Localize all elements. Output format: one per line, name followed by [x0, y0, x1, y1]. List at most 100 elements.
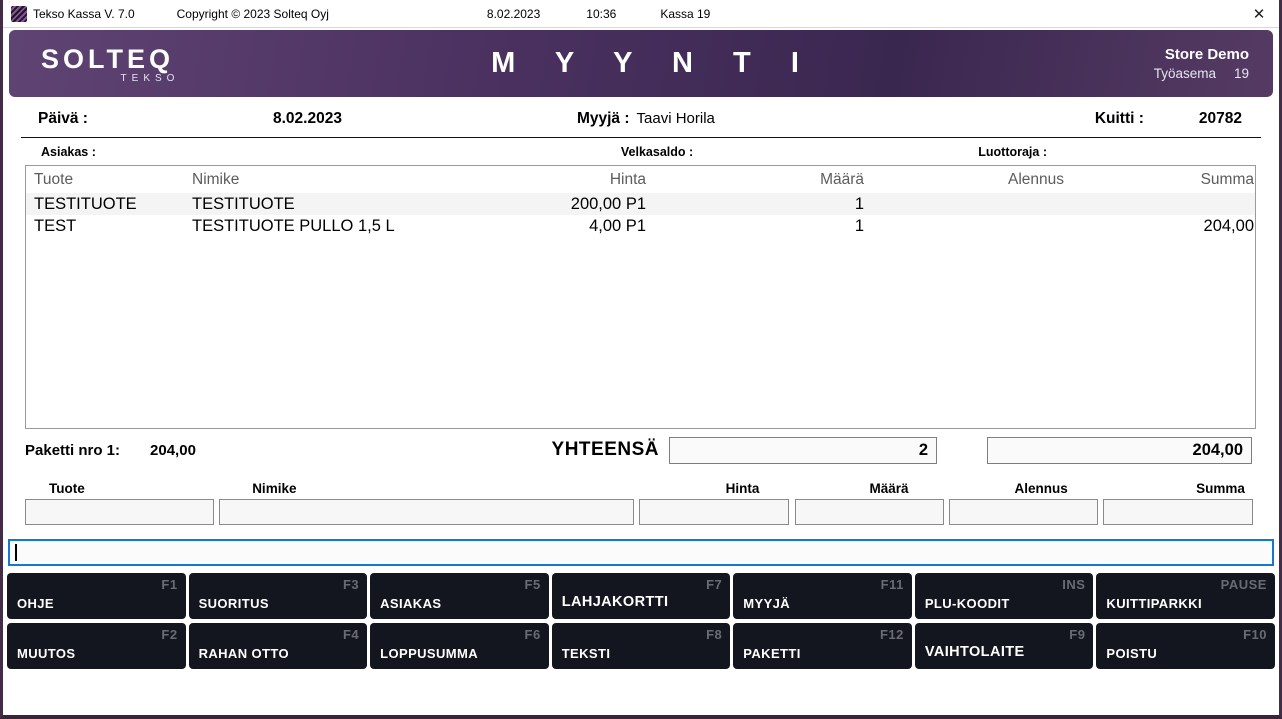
workstation-info: Työasema 19 — [1069, 66, 1249, 81]
button-label: LAHJAKORTTI — [562, 594, 669, 610]
cell-product: TESTITUOTE — [30, 193, 188, 215]
loppusumma-button[interactable]: LOPPUSUMMA F6 — [370, 623, 549, 669]
cell-qty: 1 — [648, 215, 866, 237]
button-key: F4 — [343, 627, 359, 642]
cell-name: TESTITUOTE PULLO 1,5 L — [188, 215, 463, 237]
command-input[interactable] — [8, 539, 1274, 566]
close-icon[interactable]: ✕ — [1239, 0, 1279, 28]
titlebar-time: 10:36 — [586, 7, 616, 21]
credit-limit-label: Luottoraja : — [693, 145, 1047, 159]
button-label: MYYJÄ — [743, 596, 790, 611]
button-key: F11 — [881, 577, 904, 592]
col-header-sum: Summa — [1066, 169, 1256, 191]
sum-input[interactable] — [1103, 499, 1253, 525]
suoritus-button[interactable]: SUORITUS F3 — [189, 573, 368, 619]
paketti-button[interactable]: PAKETTI F12 — [733, 623, 912, 669]
entry-label-product: Tuote — [25, 481, 214, 496]
titlebar-register: Kassa 19 — [660, 7, 710, 21]
packet-label: Paketti nro 1: — [25, 442, 120, 459]
poistu-button[interactable]: POISTU F10 — [1096, 623, 1275, 669]
button-key: F12 — [880, 627, 904, 642]
cell-product: TEST — [30, 215, 188, 237]
page-title: M Y Y N T I — [221, 47, 1069, 80]
discount-input[interactable] — [949, 499, 1098, 525]
table-row[interactable]: TEST TESTITUOTE PULLO 1,5 L 4,00 P1 1 20… — [26, 215, 1255, 237]
plu-koodit-button[interactable]: PLU-KOODIT INS — [915, 573, 1094, 619]
button-label: SUORITUS — [199, 596, 269, 611]
logo-text: SOLTEQ — [41, 44, 221, 75]
seller-value: Taavi Horila — [637, 110, 715, 127]
cell-price: 4,00 P1 — [463, 215, 648, 237]
name-input[interactable] — [219, 499, 634, 525]
col-header-qty: Määrä — [648, 169, 866, 191]
button-key: PAUSE — [1221, 577, 1267, 592]
vaihtolaite-button[interactable]: VAIHTOLAITE F9 — [915, 623, 1094, 669]
qty-input[interactable] — [795, 499, 944, 525]
titlebar-date: 8.02.2023 — [487, 7, 540, 21]
divider-line — [21, 137, 1261, 138]
text-cursor — [15, 544, 17, 561]
cell-sum — [1066, 193, 1256, 215]
button-label: PAKETTI — [743, 646, 800, 661]
kuittiparkki-button[interactable]: KUITTIPARKKI PAUSE — [1096, 573, 1275, 619]
entry-label-name: Nimike — [219, 481, 634, 496]
button-key: F10 — [1243, 627, 1267, 642]
ohje-button[interactable]: OHJE F1 — [7, 573, 186, 619]
lahjakortti-button[interactable]: LAHJAKORTTI F7 — [552, 573, 731, 619]
button-label: PLU-KOODIT — [925, 596, 1010, 611]
button-label: VAIHTOLAITE — [925, 644, 1025, 660]
button-key: F9 — [1069, 627, 1085, 642]
customer-label: Asiakas : — [41, 145, 96, 159]
receipt-label: Kuitti : — [1095, 110, 1144, 128]
button-label: ASIAKAS — [380, 596, 441, 611]
store-info: Store Demo Työasema 19 — [1069, 46, 1249, 81]
button-label: OHJE — [17, 596, 54, 611]
cell-discount — [866, 193, 1066, 215]
command-input-wrap — [8, 539, 1274, 566]
col-header-name: Nimike — [188, 169, 463, 191]
footer-strip — [3, 669, 1279, 715]
workstation-number: 19 — [1234, 66, 1249, 81]
solteq-logo: SOLTEQ TEKSO — [41, 44, 221, 84]
button-key: F5 — [525, 577, 541, 592]
button-label: POISTU — [1106, 646, 1157, 661]
debt-balance-label: Velkasaldo : — [621, 145, 693, 159]
workstation-label: Työasema — [1154, 66, 1216, 81]
store-name: Store Demo — [1069, 46, 1249, 63]
cell-price: 200,00 P1 — [463, 193, 648, 215]
function-buttons: OHJE F1 SUORITUS F3 ASIAKAS F5 LAHJAKORT… — [7, 573, 1275, 669]
col-header-price: Hinta — [463, 169, 648, 191]
button-key: F6 — [525, 627, 541, 642]
receipt-table: Tuote Nimike Hinta Määrä Alennus Summa T… — [25, 165, 1256, 429]
teksti-button[interactable]: TEKSTI F8 — [552, 623, 731, 669]
entry-label-discount: Alennus — [949, 481, 1098, 496]
total-sum-box: 204,00 — [987, 437, 1252, 464]
button-key: F7 — [706, 577, 722, 592]
totals-row: Paketti nro 1: 204,00 YHTEENSÄ 2 204,00 — [3, 436, 1279, 464]
button-label: KUITTIPARKKI — [1106, 596, 1202, 611]
cell-discount — [866, 215, 1066, 237]
asiakas-button[interactable]: ASIAKAS F5 — [370, 573, 549, 619]
app-header: SOLTEQ TEKSO M Y Y N T I Store Demo Työa… — [9, 30, 1273, 97]
price-input[interactable] — [639, 499, 789, 525]
button-key: F1 — [161, 577, 177, 592]
receipt-number: 20782 — [1199, 110, 1242, 128]
cell-name: TESTITUOTE — [188, 193, 463, 215]
window-title: Tekso Kassa V. 7.0 — [33, 7, 135, 21]
entry-label-price: Hinta — [639, 481, 789, 496]
rahan-otto-button[interactable]: RAHAN OTTO F4 — [189, 623, 368, 669]
muutos-button[interactable]: MUUTOS F2 — [7, 623, 186, 669]
button-key: F3 — [343, 577, 359, 592]
packet-value: 204,00 — [150, 442, 196, 459]
customer-info-row: Asiakas : Velkasaldo : Luottoraja : — [3, 145, 1279, 159]
app-icon — [11, 6, 27, 22]
table-row[interactable]: TESTITUOTE TESTITUOTE 200,00 P1 1 — [26, 193, 1255, 215]
col-header-product: Tuote — [30, 169, 188, 191]
product-input[interactable] — [25, 499, 214, 525]
button-label: MUUTOS — [17, 646, 76, 661]
receipt-table-header: Tuote Nimike Hinta Määrä Alennus Summa — [26, 166, 1255, 193]
entry-label-qty: Määrä — [795, 481, 944, 496]
myyja-button[interactable]: MYYJÄ F11 — [733, 573, 912, 619]
total-quantity-box: 2 — [669, 437, 937, 464]
titlebar: Tekso Kassa V. 7.0 Copyright © 2023 Solt… — [3, 0, 1279, 28]
